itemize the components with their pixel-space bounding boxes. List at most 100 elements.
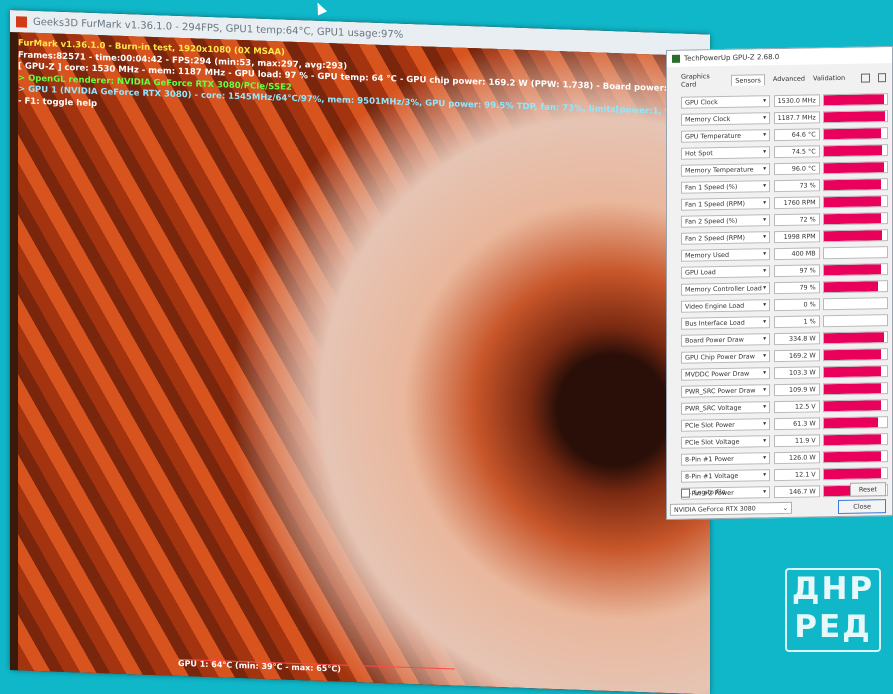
sensor-graph	[822, 398, 888, 412]
sensor-label-dropdown[interactable]: Memory Clock ▾	[681, 111, 771, 126]
sensor-label-dropdown[interactable]: GPU Temperature ▾	[681, 128, 771, 143]
sensor-graph-fill	[823, 416, 878, 428]
sensor-value: 96.0 °C	[774, 161, 820, 175]
sensor-value: 109.9 W	[774, 382, 820, 396]
sensor-label-dropdown[interactable]: Hot Spot ▾	[681, 145, 771, 160]
sensor-label: GPU Load	[685, 267, 716, 277]
tab-advanced[interactable]: Advanced	[773, 75, 805, 84]
sensor-graph-fill	[823, 382, 881, 394]
sensor-label-dropdown[interactable]: Memory Used ▾	[681, 247, 771, 262]
sensor-graph	[822, 364, 888, 378]
sensor-graph	[822, 432, 888, 446]
chevron-down-icon: ▾	[763, 199, 767, 207]
sensor-graph	[822, 279, 888, 293]
tab-validation[interactable]: Validation	[813, 74, 845, 83]
sensor-label: PCIe Slot Power	[685, 420, 735, 430]
sensor-graph	[822, 449, 888, 463]
chevron-down-icon: ▾	[763, 284, 767, 292]
sensor-graph-fill	[823, 280, 878, 292]
sensor-label: Fan 1 Speed (%)	[685, 182, 738, 192]
sensor-label: Bus Interface Load	[685, 318, 745, 328]
close-button[interactable]: Close	[838, 499, 886, 514]
sensor-graph	[822, 143, 888, 157]
sensor-label-dropdown[interactable]: Video Engine Load ▾	[681, 298, 771, 313]
sensor-label: Memory Clock	[685, 114, 731, 124]
sensor-graph	[822, 245, 888, 259]
sensor-label-dropdown[interactable]: Fan 1 Speed (RPM) ▾	[681, 196, 771, 211]
furmark-window: Geeks3D FurMark v1.36.1.0 - 294FPS, GPU1…	[10, 10, 710, 694]
sensor-value: 169.2 W	[774, 348, 820, 362]
sensor-label-dropdown[interactable]: MVDDC Power Draw ▾	[681, 366, 771, 381]
sensor-label: GPU Temperature	[685, 131, 741, 141]
sensor-graph-fill	[823, 348, 881, 360]
chevron-down-icon: ▾	[763, 148, 767, 156]
chevron-down-icon: ▾	[763, 420, 767, 428]
sensor-graph-fill	[823, 467, 881, 479]
sensor-graph	[822, 211, 888, 225]
reset-button[interactable]: Reset	[849, 482, 886, 497]
sensor-value: 0 %	[774, 297, 820, 311]
tab-graphics-card[interactable]: Graphics Card	[681, 72, 723, 89]
sensor-graph-fill	[823, 178, 881, 190]
sensor-graph	[822, 415, 888, 429]
sensor-value: 12.1 V	[774, 467, 820, 481]
sensor-graph-fill	[823, 365, 881, 377]
sensor-label-dropdown[interactable]: Fan 1 Speed (%) ▾	[681, 179, 771, 194]
sensor-graph	[822, 126, 888, 140]
logo-line-1: ДНР	[791, 571, 875, 607]
sensor-label-dropdown[interactable]: GPU Chip Power Draw ▾	[681, 349, 771, 364]
log-to-file-checkbox[interactable]	[681, 488, 690, 498]
tab-sensors[interactable]: Sensors	[731, 73, 765, 86]
sensor-label-dropdown[interactable]: PWR_SRC Voltage ▾	[681, 400, 771, 415]
chevron-down-icon: ▾	[763, 114, 767, 122]
graphics-card-select[interactable]: NVIDIA GeForce RTX 3080 ⌄	[670, 501, 792, 516]
sensor-label-dropdown[interactable]: Memory Temperature ▾	[681, 162, 771, 177]
sensor-value: 97 %	[774, 263, 820, 277]
sensor-value: 400 MB	[774, 246, 820, 260]
sensor-label-dropdown[interactable]: Fan 2 Speed (RPM) ▾	[681, 230, 771, 245]
sensor-label-dropdown[interactable]: Memory Controller Load ▾	[681, 281, 771, 296]
sensor-graph	[822, 466, 888, 480]
camera-icon[interactable]	[861, 72, 870, 83]
sensor-label: Video Engine Load	[685, 301, 745, 311]
sensor-graph-fill	[823, 110, 886, 122]
gpuz-card-row: NVIDIA GeForce RTX 3080 ⌄ Close	[670, 499, 886, 517]
sensor-graph-fill	[823, 127, 881, 139]
sensor-label-dropdown[interactable]: 8-Pin #1 Power ▾	[681, 451, 771, 466]
sensor-graph	[822, 262, 888, 276]
sensor-label: GPU Clock	[685, 97, 718, 107]
chevron-down-icon: ▾	[763, 335, 767, 343]
sensor-graph-fill	[823, 331, 884, 343]
sensor-list: GPU Clock ▾ 1530.0 MHz Memory Clock ▾ 1187.7 …	[667, 88, 892, 502]
sensor-label-dropdown[interactable]: GPU Load ▾	[681, 264, 771, 279]
chevron-down-icon: ▾	[763, 131, 767, 139]
sensor-label-dropdown[interactable]: Fan 2 Speed (%) ▾	[681, 213, 771, 228]
sensor-label-dropdown[interactable]: Board Power Draw ▾	[681, 332, 771, 347]
sensor-label: Fan 2 Speed (RPM)	[685, 233, 746, 243]
gpuz-window-title: TechPowerUp GPU-Z 2.68.0	[684, 53, 780, 63]
sensor-label-dropdown[interactable]: 8-Pin #1 Voltage ▾	[681, 468, 771, 483]
chevron-down-icon: ▾	[763, 301, 767, 309]
sensor-value: 11.9 V	[774, 433, 820, 447]
sensor-label: Fan 1 Speed (RPM)	[685, 199, 746, 209]
chevron-down-icon: ▾	[763, 182, 767, 190]
sensor-graph-fill	[823, 195, 881, 207]
sensor-value: 1760 RPM	[774, 195, 820, 209]
chevron-down-icon: ▾	[763, 97, 767, 105]
sensor-label: 8-Pin #1 Power	[685, 454, 734, 464]
sensor-value: 1530.0 MHz	[774, 93, 820, 107]
sensor-label: Board Power Draw	[685, 335, 744, 345]
sensor-label-dropdown[interactable]: Bus Interface Load ▾	[681, 315, 771, 330]
sensor-label-dropdown[interactable]: GPU Clock ▾	[681, 94, 771, 109]
sensor-value: 103.3 W	[774, 365, 820, 379]
sensor-label: Fan 2 Speed (%)	[685, 216, 738, 226]
sensor-label-dropdown[interactable]: PCIe Slot Voltage ▾	[681, 434, 771, 449]
refresh-icon[interactable]	[877, 72, 887, 82]
sensor-value: 12.5 V	[774, 399, 820, 413]
graphics-card-selected: NVIDIA GeForce RTX 3080	[674, 504, 756, 514]
sensor-graph	[822, 228, 888, 242]
log-to-file-label: Log to file	[694, 487, 726, 497]
sensor-graph-fill	[823, 450, 881, 462]
sensor-label-dropdown[interactable]: PCIe Slot Power ▾	[681, 417, 771, 432]
sensor-label-dropdown[interactable]: PWR_SRC Power Draw ▾	[681, 383, 771, 398]
